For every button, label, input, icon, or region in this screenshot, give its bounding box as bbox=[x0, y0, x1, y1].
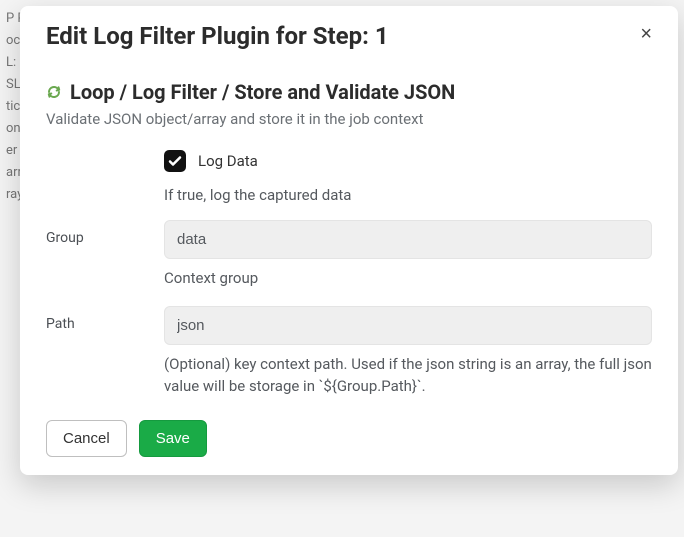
path-input[interactable] bbox=[164, 306, 652, 345]
save-button[interactable]: Save bbox=[139, 420, 207, 457]
path-hint: (Optional) key context path. Used if the… bbox=[164, 353, 652, 398]
field-path: Path (Optional) key context path. Used i… bbox=[46, 306, 652, 398]
path-label: Path bbox=[46, 306, 164, 332]
modal-title: Edit Log Filter Plugin for Step: 1 bbox=[46, 22, 389, 50]
group-input[interactable] bbox=[164, 220, 652, 259]
modal-footer: Cancel Save bbox=[20, 398, 678, 457]
plugin-form: Log Data If true, log the captured data … bbox=[46, 150, 652, 398]
check-icon bbox=[167, 153, 183, 169]
plugin-heading: Loop / Log Filter / Store and Validate J… bbox=[46, 80, 652, 104]
field-log-data: Log Data If true, log the captured data bbox=[46, 150, 652, 204]
cancel-button[interactable]: Cancel bbox=[46, 420, 127, 457]
group-label: Group bbox=[46, 220, 164, 246]
log-data-checkbox[interactable] bbox=[164, 150, 186, 172]
log-data-label-spacer bbox=[46, 150, 164, 152]
close-icon[interactable]: × bbox=[636, 22, 656, 46]
loop-icon bbox=[46, 84, 62, 100]
modal-body: Loop / Log Filter / Store and Validate J… bbox=[20, 50, 678, 398]
edit-log-filter-modal: Edit Log Filter Plugin for Step: 1 × Loo… bbox=[20, 6, 678, 475]
modal-header: Edit Log Filter Plugin for Step: 1 × bbox=[20, 6, 678, 50]
field-group: Group Context group bbox=[46, 220, 652, 290]
log-data-help: If true, log the captured data bbox=[164, 186, 652, 204]
plugin-description: Validate JSON object/array and store it … bbox=[46, 110, 652, 128]
log-data-label: Log Data bbox=[198, 152, 258, 170]
plugin-name: Loop / Log Filter / Store and Validate J… bbox=[70, 80, 455, 104]
group-hint: Context group bbox=[164, 267, 652, 290]
